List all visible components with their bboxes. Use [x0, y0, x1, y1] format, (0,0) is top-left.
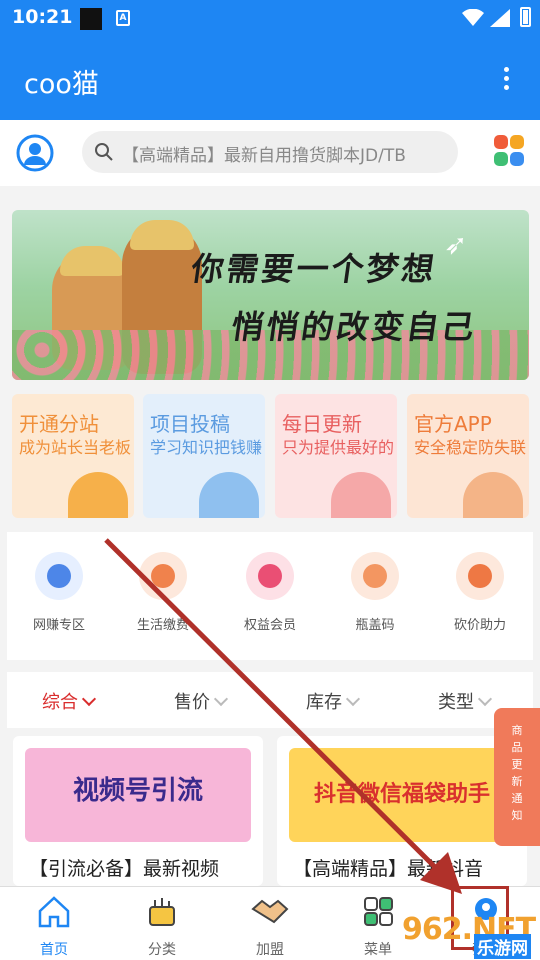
- box-icon: [463, 472, 523, 518]
- chevron-down-icon: [345, 691, 361, 707]
- banner-pager: [261, 370, 305, 380]
- filter-type[interactable]: 类型: [438, 688, 493, 714]
- quick-label: 瓶盖码: [355, 618, 395, 633]
- filter-stock[interactable]: 库存: [306, 688, 361, 714]
- medal-icon: [246, 552, 294, 600]
- card-daily-update[interactable]: 每日更新 只为提供最好的: [275, 394, 397, 518]
- chevron-down-icon: [81, 691, 97, 707]
- card-title: 开通分站: [19, 412, 99, 436]
- product-card[interactable]: 视频号引流 【引流必备】最新视频: [13, 736, 263, 886]
- product-card[interactable]: 抖音微信福袋助手 【高端精品】最新抖音: [277, 736, 527, 886]
- menu-grid-icon: [364, 897, 393, 926]
- ticket-icon: [456, 552, 504, 600]
- filter-label: 类型: [438, 692, 474, 713]
- payment-icon: [139, 552, 187, 600]
- card-open-substation[interactable]: 开通分站 成为站长当老板: [12, 394, 134, 518]
- product-name: 【引流必备】最新视频: [29, 858, 220, 880]
- quick-bottle-cap-code[interactable]: 瓶盖码: [325, 552, 425, 633]
- shopping-bag-icon: [331, 472, 391, 518]
- quick-label: 生活缴费: [136, 618, 189, 633]
- filter-comprehensive[interactable]: 综合: [42, 688, 97, 714]
- banner-subline: 悄悄的改变自己: [229, 308, 480, 346]
- filter-price[interactable]: 售价: [174, 688, 229, 714]
- promo-banner[interactable]: ➶ 你需要一个梦想 悄悄的改变自己: [12, 210, 529, 380]
- quick-label: 砍价助力: [453, 618, 506, 633]
- search-input[interactable]: 【高端精品】最新自用撸货脚本JD/TB: [82, 131, 458, 173]
- search-row: 【高端精品】最新自用撸货脚本JD/TB: [0, 120, 540, 186]
- card-title: 项目投稿: [150, 412, 230, 436]
- bird-icon: ➶: [444, 228, 468, 261]
- card-official-app[interactable]: 官方APP 安全稳定防失联: [407, 394, 529, 518]
- chevron-down-icon: [213, 691, 229, 707]
- feature-cards: 开通分站 成为站长当老板 项目投稿 学习知识把钱赚 每日更新 只为提供最好的 官…: [12, 394, 529, 518]
- product-name: 【高端精品】最新抖音: [293, 858, 484, 880]
- quick-actions: 网赚专区 生活缴费 权益会员 瓶盖码 砍价助力: [7, 532, 533, 660]
- product-update-notice-tab[interactable]: 商品更新通知: [494, 708, 540, 846]
- quick-label: 权益会员: [243, 618, 296, 633]
- watermark-subtitle: 乐游网: [474, 934, 531, 959]
- status-bar: 10:21 A: [0, 0, 540, 36]
- status-time: 10:21: [12, 6, 73, 28]
- quick-label: 网赚专区: [32, 618, 85, 633]
- tab-category[interactable]: 分类: [117, 895, 207, 959]
- app-title: coo猫: [24, 69, 99, 100]
- search-icon: [95, 143, 113, 161]
- quick-bill-payment[interactable]: 生活缴费: [113, 552, 213, 633]
- user-avatar-icon[interactable]: [16, 134, 54, 172]
- app-bar: coo猫: [0, 36, 540, 120]
- signal-icon: [490, 9, 510, 27]
- card-subtitle: 只为提供最好的: [282, 438, 395, 457]
- apps-grid-icon[interactable]: [494, 135, 524, 167]
- search-placeholder: 【高端精品】最新自用撸货脚本JD/TB: [122, 146, 406, 166]
- notice-text: 商品更新通知: [511, 724, 523, 822]
- yen-coin-icon: [68, 472, 128, 518]
- category-icon: [149, 898, 175, 926]
- tab-home[interactable]: 首页: [9, 895, 99, 959]
- quick-bargain-help[interactable]: 砍价助力: [430, 552, 530, 633]
- quick-online-earning[interactable]: 网赚专区: [9, 552, 109, 633]
- card-subtitle: 安全稳定防失联: [414, 438, 527, 457]
- more-options-icon[interactable]: [496, 64, 516, 94]
- filter-label: 综合: [42, 692, 78, 713]
- notification-icon: [80, 8, 102, 30]
- sort-filter-bar: 综合 售价 库存 类型: [7, 672, 533, 728]
- handshake-icon: [251, 899, 289, 924]
- graduation-cap-icon: [199, 472, 259, 518]
- wifi-icon: [462, 9, 484, 26]
- product-image-text: 抖音微信福袋助手: [313, 782, 490, 807]
- product-image: 视频号引流: [25, 748, 251, 842]
- site-watermark: 962.NET 乐游网: [402, 912, 538, 959]
- tab-label: 首页: [40, 942, 68, 958]
- card-project-submit[interactable]: 项目投稿 学习知识把钱赚: [143, 394, 265, 518]
- card-title: 每日更新: [282, 412, 362, 436]
- product-image: 抖音微信福袋助手: [289, 748, 515, 842]
- accessibility-icon: A: [116, 10, 130, 26]
- filter-label: 售价: [174, 692, 210, 713]
- tab-join[interactable]: 加盟: [225, 895, 315, 959]
- banner-headline: 你需要一个梦想: [189, 250, 440, 288]
- battery-icon: [520, 7, 531, 27]
- card-title: 官方APP: [414, 412, 492, 436]
- home-icon: [38, 896, 70, 928]
- product-image-text: 视频号引流: [72, 776, 203, 806]
- card-subtitle: 学习知识把钱赚: [150, 438, 263, 457]
- tab-label: 分类: [148, 942, 176, 958]
- earth-icon: [35, 552, 83, 600]
- filter-label: 库存: [306, 692, 342, 713]
- card-subtitle: 成为站长当老板: [19, 438, 132, 457]
- tab-label: 加盟: [256, 942, 284, 958]
- smile-icon: [351, 552, 399, 600]
- quick-membership[interactable]: 权益会员: [220, 552, 320, 633]
- chevron-down-icon: [477, 691, 493, 707]
